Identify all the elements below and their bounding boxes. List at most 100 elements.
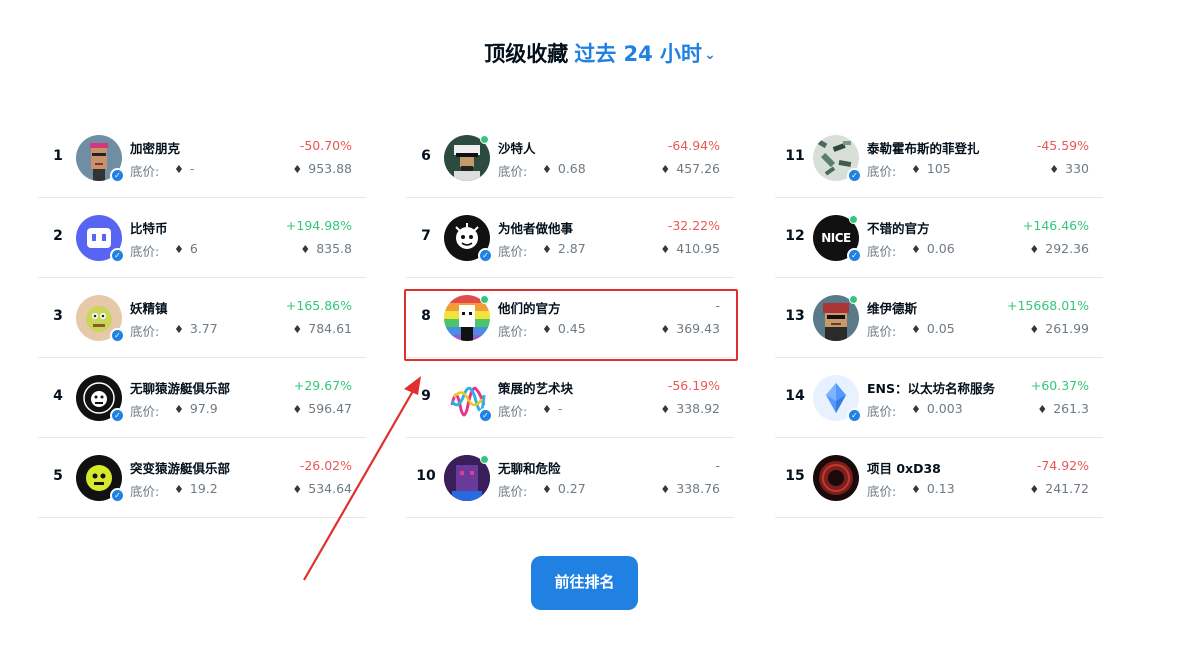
- eth-icon: ♦: [660, 163, 671, 176]
- collection-avatar[interactable]: ✓: [76, 215, 125, 263]
- collection-name[interactable]: 加密朋克: [130, 138, 180, 157]
- volume: ♦ 241.72: [1029, 481, 1089, 496]
- collection-row[interactable]: 3 ✓ 妖精镇 底价: ♦ 3.77 +165.86% ♦ 784.61: [38, 278, 366, 358]
- floor-value: 0.68: [557, 161, 586, 176]
- floor-label: 底价:: [130, 404, 160, 419]
- collection-row[interactable]: 8 他们的官方 底价: ♦ 0.45 - ♦ 369.43: [406, 278, 734, 358]
- collection-row[interactable]: 10 无聊和危险 底价: ♦ 0.27 - ♦ 338.76: [406, 438, 734, 518]
- eth-icon: ♦: [174, 483, 184, 496]
- collection-avatar[interactable]: ✓: [76, 135, 125, 183]
- collection-name[interactable]: ENS：以太坊名称服务: [867, 378, 995, 397]
- rank-number: 9: [421, 388, 431, 404]
- volume-value: 241.72: [1045, 481, 1089, 496]
- collection-name[interactable]: 他们的官方: [498, 298, 561, 317]
- collection-avatar[interactable]: ✓: [444, 215, 493, 263]
- floor-label: 底价:: [498, 404, 528, 419]
- floor-price: ♦ 2.87: [542, 241, 586, 256]
- collection-name[interactable]: 无聊猿游艇俱乐部: [130, 378, 230, 397]
- change-percent: -: [715, 298, 720, 313]
- collection-avatar[interactable]: NICE ✓: [813, 215, 862, 263]
- collection-name[interactable]: 妖精镇: [130, 298, 168, 317]
- volume: ♦ 338.92: [660, 401, 720, 416]
- collection-name[interactable]: 泰勒霍布斯的菲登扎: [867, 138, 980, 157]
- collection-name[interactable]: 策展的艺术块: [498, 378, 573, 397]
- collection-avatar[interactable]: ✓: [444, 375, 493, 423]
- change-percent: +146.46%: [1022, 218, 1089, 233]
- collection-row[interactable]: 12 NICE ✓ 不错的官方 底价: ♦ 0.06 +146.46% ♦ 292.…: [775, 198, 1103, 278]
- rank-number: 6: [421, 148, 431, 164]
- volume: ♦ 784.61: [292, 321, 352, 336]
- eth-icon: ♦: [911, 163, 921, 176]
- collection-row[interactable]: 13 维伊德斯 底价: ♦ 0.05 +15668.01% ♦ 261.99: [775, 278, 1103, 358]
- collection-avatar[interactable]: ✓: [813, 375, 862, 423]
- floor-price: ♦ 97.9: [174, 401, 218, 416]
- floor-value: 6: [189, 241, 198, 256]
- online-dot-icon: [480, 295, 489, 304]
- eth-icon: ♦: [911, 403, 921, 416]
- collection-row[interactable]: 15 项目 0xD38 底价: ♦ 0.13 -74.92% ♦ 241.72: [775, 438, 1103, 518]
- collection-avatar[interactable]: [444, 135, 490, 181]
- volume-value: 292.36: [1045, 241, 1089, 256]
- eth-icon: ♦: [1029, 483, 1040, 496]
- eth-icon: ♦: [292, 323, 303, 336]
- collection-row[interactable]: 2 ✓ 比特币 底价: ♦ 6 +194.98% ♦ 835.8: [38, 198, 366, 278]
- chevron-down-icon: ⌄: [704, 47, 716, 63]
- period-label: 过去 24 小时: [574, 42, 703, 66]
- change-percent: +29.67%: [293, 378, 352, 393]
- online-dot-icon: [480, 135, 489, 144]
- collection-avatar[interactable]: [444, 455, 490, 501]
- collection-row[interactable]: 4 ✓ 无聊猿游艇俱乐部 底价: ♦ 97.9 +29.67% ♦ 596.47: [38, 358, 366, 438]
- volume-value: 369.43: [676, 321, 720, 336]
- collection-avatar[interactable]: ✓: [76, 295, 125, 343]
- volume-value: 338.92: [676, 401, 720, 416]
- collection-avatar[interactable]: ✓: [76, 455, 125, 503]
- change-percent: +60.37%: [1030, 378, 1089, 393]
- volume: ♦ 596.47: [292, 401, 352, 416]
- eth-icon: ♦: [660, 403, 671, 416]
- collection-avatar[interactable]: [813, 455, 859, 501]
- volume: ♦ 369.43: [660, 321, 720, 336]
- collection-name[interactable]: 为他者做他事: [498, 218, 573, 237]
- go-to-rankings-button[interactable]: 前往排名: [531, 556, 638, 610]
- collection-avatar[interactable]: [444, 295, 490, 341]
- floor-label: 底价:: [498, 244, 528, 259]
- floor-price: ♦ -: [542, 401, 562, 416]
- volume: ♦ 261.99: [1029, 321, 1089, 336]
- eth-icon: ♦: [660, 483, 671, 496]
- collection-row[interactable]: 9 ✓ 策展的艺术块 底价: ♦ - -56.19% ♦ 338.92: [406, 358, 734, 438]
- collection-row[interactable]: 14 ✓ ENS：以太坊名称服务 底价: ♦ 0.003 +60.37% ♦ 261…: [775, 358, 1103, 438]
- collection-row[interactable]: 11 ✓ 泰勒霍布斯的菲登扎 底价: ♦ 105 -45.59% ♦ 330: [775, 118, 1103, 198]
- eth-icon: ♦: [542, 483, 552, 496]
- collection-name[interactable]: 维伊德斯: [867, 298, 917, 317]
- change-percent: +15668.01%: [1007, 298, 1089, 313]
- floor-value: 0.003: [926, 401, 963, 416]
- collection-name[interactable]: 突变猿游艇俱乐部: [130, 458, 230, 477]
- floor-label: 底价:: [867, 244, 897, 259]
- change-percent: -74.92%: [1036, 458, 1089, 473]
- eth-icon: ♦: [542, 243, 552, 256]
- volume: ♦ 835.8: [300, 241, 352, 256]
- collection-avatar[interactable]: [813, 295, 859, 341]
- volume: ♦ 261.3: [1037, 401, 1089, 416]
- collection-name[interactable]: 无聊和危险: [498, 458, 561, 477]
- change-percent: -50.70%: [299, 138, 352, 153]
- collection-name[interactable]: 比特币: [130, 218, 168, 237]
- collection-avatar[interactable]: ✓: [76, 375, 125, 423]
- eth-icon: ♦: [292, 163, 303, 176]
- collection-name[interactable]: 项目 0xD38: [867, 458, 941, 477]
- volume: ♦ 953.88: [292, 161, 352, 176]
- floor-value: 19.2: [189, 481, 218, 496]
- floor-value: -: [557, 401, 563, 416]
- period-dropdown[interactable]: 过去 24 小时 ⌄: [574, 42, 716, 66]
- collection-row[interactable]: 1 ✓ 加密朋克 底价: ♦ - -50.70% ♦ 953.88: [38, 118, 366, 198]
- floor-label: 底价:: [130, 244, 160, 259]
- collection-avatar[interactable]: ✓: [813, 135, 862, 183]
- floor-value: 3.77: [189, 321, 218, 336]
- collection-row[interactable]: 6 沙特人 底价: ♦ 0.68 -64.94% ♦ 457.26: [406, 118, 734, 198]
- collection-name[interactable]: 沙特人: [498, 138, 536, 157]
- change-percent: -56.19%: [667, 378, 720, 393]
- collection-row[interactable]: 7 ✓ 为他者做他事 底价: ♦ 2.87 -32.22% ♦ 410.95: [406, 198, 734, 278]
- volume-value: 596.47: [308, 401, 352, 416]
- collection-row[interactable]: 5 ✓ 突变猿游艇俱乐部 底价: ♦ 19.2 -26.02% ♦ 534.64: [38, 438, 366, 518]
- collection-name[interactable]: 不错的官方: [867, 218, 930, 237]
